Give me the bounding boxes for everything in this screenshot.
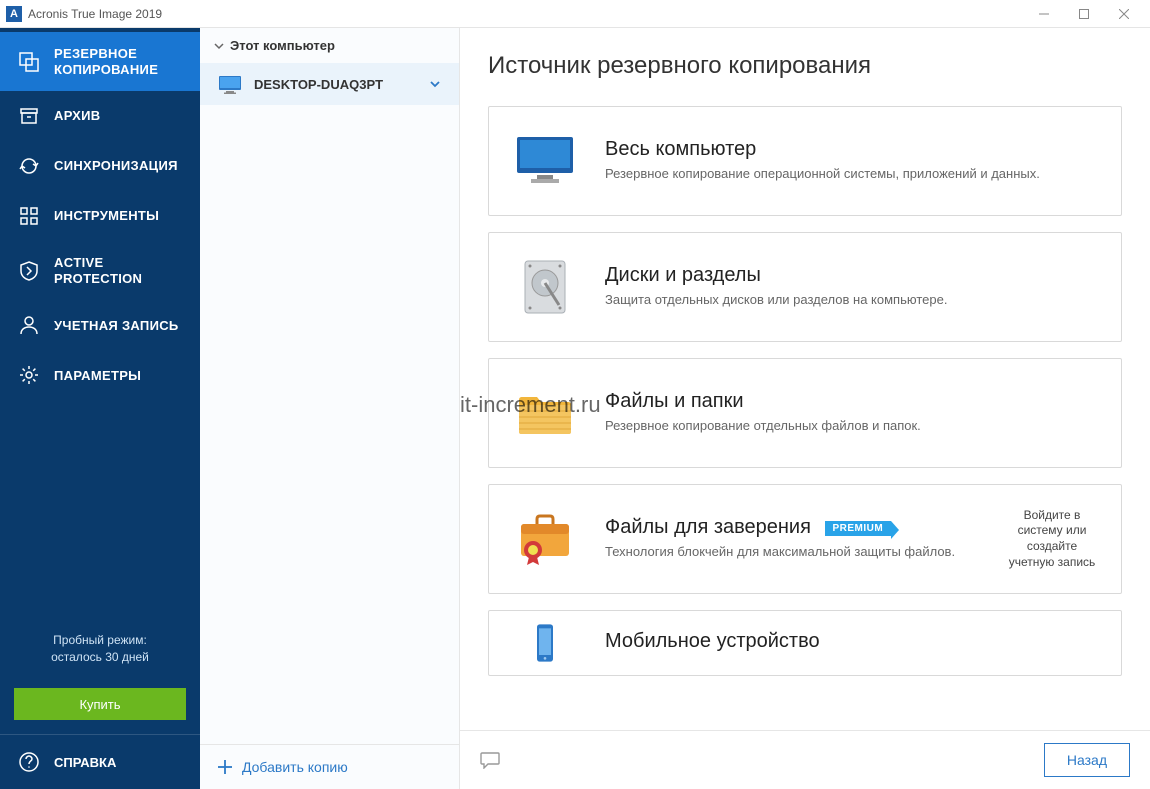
phone-icon — [513, 623, 577, 663]
help-icon — [18, 751, 40, 773]
nav-label: ИНСТРУМЕНТЫ — [54, 208, 182, 224]
list-header[interactable]: Этот компьютер — [200, 28, 459, 63]
nav-label: ACTIVE PROTECTION — [54, 255, 182, 286]
back-button[interactable]: Назад — [1044, 743, 1130, 777]
monitor-icon — [218, 75, 242, 93]
nav-sync[interactable]: СИНХРОНИЗАЦИЯ — [0, 141, 200, 191]
source-card-files[interactable]: Файлы и папки Резервное копирование отде… — [488, 358, 1122, 468]
titlebar: A Acronis True Image 2019 — [0, 0, 1150, 28]
nav-archive[interactable]: АРХИВ — [0, 91, 200, 141]
chat-icon[interactable] — [480, 751, 500, 769]
card-title: Файлы для заверения PREMIUM — [605, 516, 979, 539]
main-footer: Назад — [460, 730, 1150, 789]
add-backup-label: Добавить копию — [242, 759, 348, 775]
monitor-icon — [513, 129, 577, 193]
nav-label: ПАРАМЕТРЫ — [54, 368, 182, 384]
card-desc: Резервное копирование отдельных файлов и… — [605, 417, 1097, 435]
shield-icon — [18, 260, 40, 282]
sidebar: РЕЗЕРВНОЕ КОПИРОВАНИЕ АРХИВ СИНХРОНИЗАЦИ… — [0, 28, 200, 789]
login-prompt: Войдите в систему или создайте учетную з… — [1007, 508, 1097, 570]
buy-button[interactable]: Купить — [14, 688, 186, 720]
hdd-icon — [513, 255, 577, 319]
archive-icon — [18, 105, 40, 127]
nav-help[interactable]: СПРАВКА — [0, 735, 200, 789]
main-pane: Источник резервного копирования Весь ком… — [460, 28, 1150, 789]
nav-label: АРХИВ — [54, 108, 182, 124]
nav-label: РЕЗЕРВНОЕ КОПИРОВАНИЕ — [54, 46, 182, 77]
nav-label: СПРАВКА — [54, 755, 116, 770]
close-button[interactable] — [1104, 0, 1144, 28]
source-card-disks[interactable]: Диски и разделы Защита отдельных дисков … — [488, 232, 1122, 342]
nav-label: СИНХРОНИЗАЦИЯ — [54, 158, 182, 174]
folder-icon — [513, 381, 577, 445]
chevron-down-icon — [429, 78, 441, 90]
window-title: Acronis True Image 2019 — [28, 7, 1024, 21]
nav-settings[interactable]: ПАРАМЕТРЫ — [0, 350, 200, 400]
maximize-button[interactable] — [1064, 0, 1104, 28]
page-title: Источник резервного копирования — [488, 52, 1122, 80]
backup-list-pane: Этот компьютер DESKTOP-DUAQ3PT Добавить … — [200, 28, 460, 789]
trial-days-label: осталось 30 дней — [18, 649, 182, 666]
app-icon: A — [6, 6, 22, 22]
list-header-label: Этот компьютер — [230, 38, 335, 53]
nav-account[interactable]: УЧЕТНАЯ ЗАПИСЬ — [0, 300, 200, 350]
card-title: Файлы и папки — [605, 390, 1097, 413]
source-card-mobile[interactable]: Мобильное устройство — [488, 610, 1122, 676]
premium-badge: PREMIUM — [825, 521, 892, 536]
trial-mode-label: Пробный режим: — [18, 632, 182, 649]
nav-tools[interactable]: ИНСТРУМЕНТЫ — [0, 191, 200, 241]
backup-icon — [18, 51, 40, 73]
chevron-down-icon — [214, 41, 224, 51]
sync-icon — [18, 155, 40, 177]
card-desc: Технология блокчейн для максимальной защ… — [605, 543, 979, 561]
trial-info: Пробный режим: осталось 30 дней — [0, 624, 200, 678]
nav-active-protection[interactable]: ACTIVE PROTECTION — [0, 241, 200, 300]
source-card-notarized[interactable]: Файлы для заверения PREMIUM Технология б… — [488, 484, 1122, 594]
gear-icon — [18, 364, 40, 386]
device-item[interactable]: DESKTOP-DUAQ3PT — [200, 63, 459, 105]
card-desc: Защита отдельных дисков или разделов на … — [605, 291, 1097, 309]
apps-icon — [18, 205, 40, 227]
nav-label: УЧЕТНАЯ ЗАПИСЬ — [54, 318, 182, 334]
device-name: DESKTOP-DUAQ3PT — [254, 77, 383, 92]
card-title: Мобильное устройство — [605, 630, 1097, 653]
plus-icon — [218, 760, 232, 774]
user-icon — [18, 314, 40, 336]
minimize-button[interactable] — [1024, 0, 1064, 28]
nav-backup[interactable]: РЕЗЕРВНОЕ КОПИРОВАНИЕ — [0, 32, 200, 91]
card-title: Диски и разделы — [605, 264, 1097, 287]
briefcase-seal-icon — [513, 507, 577, 571]
card-title: Весь компьютер — [605, 138, 1097, 161]
add-backup-button[interactable]: Добавить копию — [200, 744, 459, 789]
card-desc: Резервное копирование операционной систе… — [605, 165, 1097, 183]
source-card-entire-pc[interactable]: Весь компьютер Резервное копирование опе… — [488, 106, 1122, 216]
